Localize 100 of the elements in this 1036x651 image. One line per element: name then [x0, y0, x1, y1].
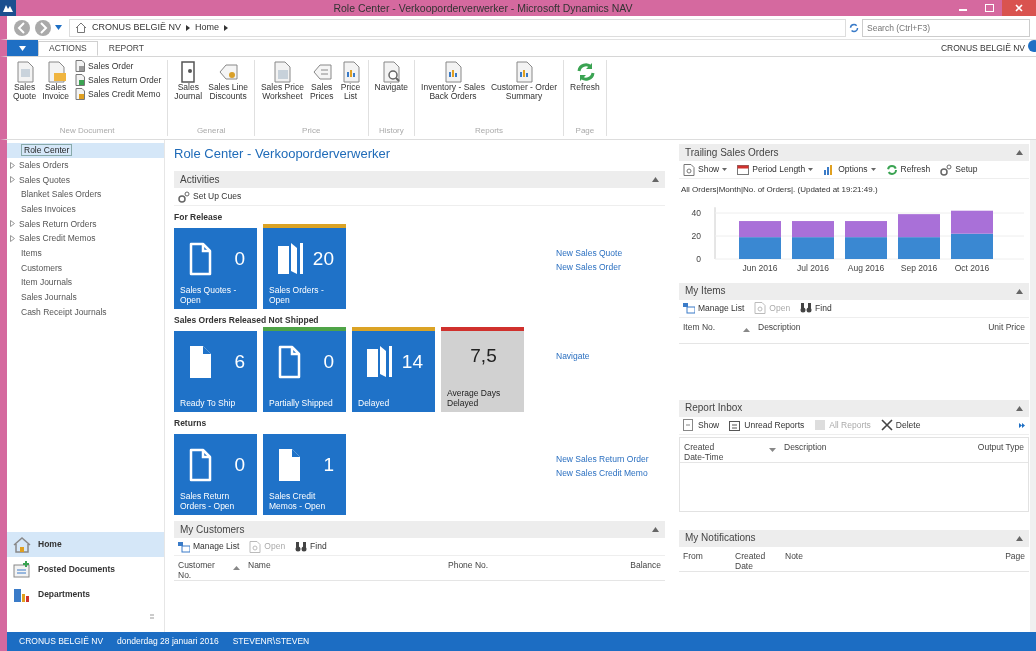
column-header[interactable]: Created Date-Time	[684, 441, 784, 462]
ribbon-button[interactable]: Sales Credit Memo	[73, 88, 164, 100]
column-header[interactable]: Description	[758, 321, 989, 343]
column-header[interactable]: Page	[955, 550, 1025, 571]
column-header[interactable]: Balance	[630, 560, 661, 581]
column-header[interactable]: Item No.	[683, 321, 758, 343]
nav-item[interactable]: Sales Return Orders	[7, 216, 164, 232]
search-field[interactable]: Search (Ctrl+F3)	[862, 18, 1030, 37]
toolbar-button[interactable]: Find	[800, 302, 832, 315]
action-link[interactable]: New Sales Credit Memo	[556, 468, 649, 479]
cue-tile[interactable]: 0 Partially Shipped	[263, 331, 346, 412]
ribbon-button[interactable]: Sales Price Worksheet	[258, 60, 306, 127]
collapse-icon[interactable]	[652, 527, 659, 532]
breadcrumb-arrow-icon[interactable]	[224, 24, 229, 31]
bar-segment	[739, 236, 781, 259]
nav-item[interactable]: Sales Quotes	[7, 172, 164, 188]
action-link[interactable]: Navigate	[556, 351, 590, 362]
resize-grip-icon[interactable]	[150, 613, 154, 620]
column-header[interactable]: Description	[784, 441, 978, 462]
toolbar-button[interactable]: Options	[823, 163, 876, 176]
scrollbar[interactable]	[1030, 140, 1036, 632]
nav-item[interactable]: Sales Credit Memos	[7, 231, 164, 246]
toolbar-button[interactable]: Period Length	[737, 163, 814, 176]
ribbon-button[interactable]: Inventory - Sales Back Orders	[419, 60, 487, 127]
column-header[interactable]: Name	[248, 560, 448, 581]
collapse-icon[interactable]	[1016, 288, 1023, 294]
refresh-icon[interactable]	[849, 22, 859, 33]
toolbar-button[interactable]: Delete	[880, 419, 921, 432]
column-header[interactable]: From	[683, 550, 735, 571]
help-icon[interactable]	[1027, 40, 1036, 52]
toolbar-button[interactable]: Show	[683, 419, 720, 432]
ribbon-button[interactable]: Sales Order	[73, 60, 164, 72]
breadcrumb-link[interactable]: CRONUS BELGIË NV	[92, 22, 182, 33]
ribbon-button[interactable]: Sales Invoice	[40, 60, 72, 127]
ribbon-button[interactable]: Sales Journal	[172, 60, 205, 127]
nav-item[interactable]: Items	[7, 245, 164, 261]
column-header[interactable]: Customer No.	[178, 560, 248, 581]
department-button[interactable]: Departments	[7, 582, 164, 607]
caret-icon[interactable]	[55, 25, 62, 30]
column-header[interactable]: Unit Price	[988, 321, 1025, 343]
ribbon-button[interactable]: Customer - Order Summary	[488, 60, 559, 127]
more-icon[interactable]	[1019, 422, 1025, 428]
nav-item[interactable]: Role Center	[7, 143, 164, 158]
cue-tile[interactable]: 7,5 Average Days Delayed	[441, 331, 524, 412]
cue-tile[interactable]: 14 Delayed	[352, 331, 435, 412]
toolbar-button[interactable]: Setup	[940, 163, 978, 176]
column-header[interactable]: Phone No.	[448, 560, 631, 581]
collapse-icon[interactable]	[1016, 150, 1023, 155]
action-link[interactable]: New Sales Quote	[556, 248, 623, 259]
expand-icon[interactable]	[10, 176, 15, 184]
application-menu-button[interactable]	[7, 40, 38, 56]
toolbar-button[interactable]: Show	[683, 163, 728, 176]
toolbar-button[interactable]: Manage List	[178, 540, 240, 553]
cue-tile[interactable]: 6 Ready To Ship	[174, 331, 257, 412]
nav-item[interactable]: Cash Receipt Journals	[7, 304, 164, 320]
ribbon-button[interactable]: Navigate	[372, 60, 411, 127]
expand-icon[interactable]	[10, 220, 15, 228]
cue-tile[interactable]: 0 Sales Quotes - Open	[174, 228, 257, 309]
home-icon[interactable]	[75, 22, 87, 33]
collapse-icon[interactable]	[1016, 405, 1023, 411]
collapse-icon[interactable]	[1016, 535, 1023, 541]
toolbar-button[interactable]: Manage List	[683, 302, 745, 315]
ribbon-button[interactable]: Sales Line Discounts	[206, 60, 250, 127]
expand-icon[interactable]	[10, 161, 15, 169]
column-header[interactable]: Created Date	[735, 550, 785, 571]
ribbon-tab[interactable]: REPORT	[97, 41, 156, 56]
nav-item[interactable]: Sales Orders	[7, 157, 164, 173]
toolbar-button[interactable]: Find	[295, 540, 327, 553]
back-icon[interactable]	[13, 18, 31, 37]
cue-tile[interactable]: 0 Sales Return Orders - Open	[174, 434, 257, 515]
collapse-icon[interactable]	[652, 177, 659, 182]
close-button[interactable]	[1002, 0, 1036, 16]
toolbar-button[interactable]: Unread Reports	[729, 419, 805, 432]
breadcrumb-arrow-icon[interactable]	[186, 24, 191, 31]
ribbon-button[interactable]: Price List	[337, 60, 364, 127]
ribbon-button[interactable]: Sales Quote	[11, 60, 39, 127]
nav-item[interactable]: Blanket Sales Orders	[7, 187, 164, 202]
cue-tile[interactable]: 1 Sales Credit Memos - Open	[263, 434, 346, 515]
ribbon-group-label: Reports	[474, 126, 505, 136]
nav-item[interactable]: Item Journals	[7, 275, 164, 290]
ribbon-tab[interactable]: ACTIONS	[38, 41, 98, 56]
nav-item[interactable]: Sales Invoices	[7, 201, 164, 217]
expand-icon[interactable]	[10, 234, 15, 242]
panel-title: My Items	[685, 285, 726, 298]
nav-item[interactable]: Customers	[7, 260, 164, 276]
department-button[interactable]: Home	[7, 532, 164, 557]
column-header[interactable]: Output Type	[977, 441, 1024, 462]
action-link[interactable]: New Sales Return Order	[556, 454, 649, 465]
cue-tile[interactable]: 20 Sales Orders - Open	[263, 228, 346, 309]
forward-icon[interactable]	[34, 18, 52, 37]
column-header[interactable]: Note	[785, 550, 955, 571]
ribbon-button[interactable]: Sales Return Order	[73, 74, 164, 86]
breadcrumb-link[interactable]: Home	[195, 22, 220, 33]
ribbon-button[interactable]: Sales Prices	[307, 60, 336, 127]
action-link[interactable]: New Sales Order	[556, 262, 623, 273]
nav-item[interactable]: Sales Journals	[7, 289, 164, 305]
ribbon-button[interactable]: Refresh	[568, 60, 602, 127]
department-button[interactable]: Posted Documents	[7, 557, 164, 582]
toolbar-button[interactable]: Set Up Cues	[178, 190, 242, 203]
toolbar-button[interactable]: Refresh	[885, 163, 931, 176]
